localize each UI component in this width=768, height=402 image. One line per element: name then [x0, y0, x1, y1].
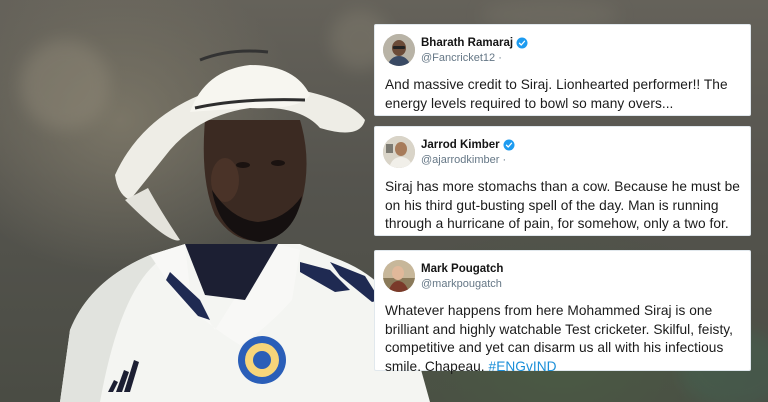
tweet-text: Siraj has more stomachs than a cow. Beca…	[385, 179, 740, 231]
avatar-photo	[383, 34, 415, 66]
handle[interactable]: @markpougatch	[421, 278, 503, 290]
tweet-card[interactable]: Jarrod Kimber @ajarrodkimber · Siraj has…	[374, 126, 751, 236]
display-name[interactable]: Bharath Ramaraj	[421, 37, 513, 49]
tweet-header: Jarrod Kimber @ajarrodkimber ·	[383, 135, 740, 169]
handle[interactable]: @ajarrodkimber ·	[421, 154, 515, 166]
handle[interactable]: @Fancricket12 ·	[421, 52, 528, 64]
display-name[interactable]: Jarrod Kimber	[421, 139, 500, 151]
verified-badge-icon	[516, 37, 528, 48]
tweet-header: Mark Pougatch @markpougatch	[383, 259, 740, 293]
avatar-photo	[383, 136, 415, 168]
verified-badge-icon	[503, 139, 515, 150]
avatar[interactable]	[383, 136, 415, 168]
tweet-header: Bharath Ramaraj @Fancricket12 ·	[383, 33, 740, 67]
tweet-card[interactable]: Mark Pougatch @markpougatch Whatever hap…	[374, 250, 751, 374]
tweet-text: And massive credit to Siraj. Lionhearted…	[385, 77, 728, 111]
hashtag-link[interactable]: #ENGvIND	[489, 359, 557, 374]
avatar[interactable]	[383, 260, 415, 292]
tweet-body: Whatever happens from here Mohammed Sira…	[385, 303, 734, 374]
display-name[interactable]: Mark Pougatch	[421, 263, 503, 275]
tweet-text: Whatever happens from here Mohammed Sira…	[383, 302, 740, 376]
tweet-card[interactable]: Bharath Ramaraj @Fancricket12 · And mass…	[374, 24, 751, 116]
avatar-photo	[383, 260, 415, 292]
avatar[interactable]	[383, 34, 415, 66]
bcci-crest	[238, 336, 286, 384]
